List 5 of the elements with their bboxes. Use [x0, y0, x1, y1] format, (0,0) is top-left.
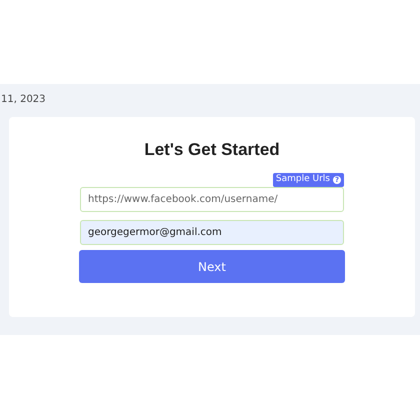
email-input-field[interactable]: georgegermor@gmail.com [80, 220, 344, 245]
next-button[interactable]: Next [79, 250, 345, 283]
url-input-field[interactable]: https://www.facebook.com/username/ [80, 187, 344, 212]
date-text: 11, 2023 [0, 93, 46, 107]
heading: Let's Get Started [144, 140, 280, 160]
